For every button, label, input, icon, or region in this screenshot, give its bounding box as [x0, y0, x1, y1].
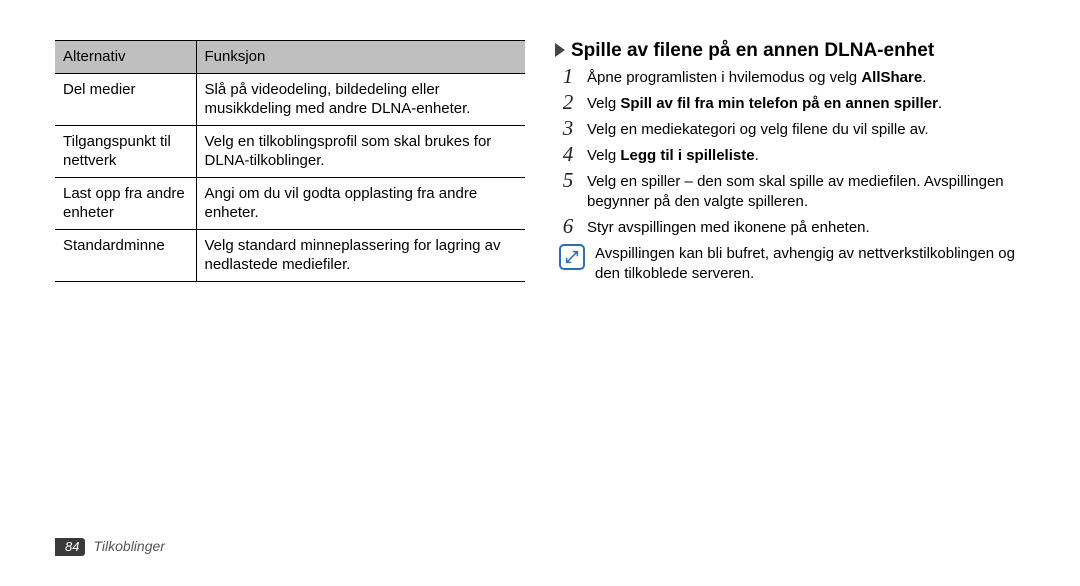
steps-list: 1 Åpne programlisten i hvilemodus og vel… [555, 66, 1025, 283]
table-row: Last opp fra andre enheter Angi om du vi… [55, 177, 525, 229]
step-number: 2 [559, 92, 577, 113]
step-text: Velg Legg til i spilleliste. [587, 144, 759, 166]
step-number: 3 [559, 118, 577, 139]
step-text: Velg en mediekategori og velg filene du … [587, 118, 929, 140]
right-column: Spille av filene på en annen DLNA-enhet … [555, 40, 1025, 538]
table-row: Tilgangspunkt til nettverk Velg en tilko… [55, 125, 525, 177]
section-title: Spille av filene på en annen DLNA-enhet [571, 40, 934, 62]
step-2: 2 Velg Spill av fil fra min telefon på e… [559, 92, 1025, 114]
table-cell: Tilgangspunkt til nettverk [55, 125, 196, 177]
table-cell: Slå på videodeling, bildedeling eller mu… [196, 73, 525, 125]
step-3: 3 Velg en mediekategori og velg filene d… [559, 118, 1025, 140]
step-text: Velg Spill av fil fra min telefon på en … [587, 92, 942, 114]
note: Avspillingen kan bli bufret, avhengig av… [559, 244, 1025, 284]
step-text: Styr avspillingen med ikonene på enheten… [587, 216, 870, 238]
step-4: 4 Velg Legg til i spilleliste. [559, 144, 1025, 166]
table-cell: Standardminne [55, 229, 196, 281]
step-number: 1 [559, 66, 577, 87]
chapter-name: Tilkoblinger [93, 538, 164, 554]
left-column: Alternativ Funksjon Del medier Slå på vi… [55, 40, 525, 538]
table-cell: Velg standard minneplassering for lagrin… [196, 229, 525, 281]
table-header-row: Alternativ Funksjon [55, 41, 525, 74]
step-1: 1 Åpne programlisten i hvilemodus og vel… [559, 66, 1025, 88]
step-text: Velg en spiller – den som skal spille av… [587, 170, 1025, 212]
table-row: Standardminne Velg standard minneplasser… [55, 229, 525, 281]
options-table: Alternativ Funksjon Del medier Slå på vi… [55, 40, 525, 282]
note-text: Avspillingen kan bli bufret, avhengig av… [595, 244, 1025, 284]
note-icon [559, 244, 585, 270]
chevron-right-icon [555, 43, 565, 57]
table-header-funksjon: Funksjon [196, 41, 525, 74]
page-number: 84 [55, 538, 85, 556]
step-number: 6 [559, 216, 577, 237]
table-cell: Last opp fra andre enheter [55, 177, 196, 229]
table-cell: Del medier [55, 73, 196, 125]
step-number: 5 [559, 170, 577, 191]
section-heading: Spille av filene på en annen DLNA-enhet [555, 40, 1025, 62]
table-row: Del medier Slå på videodeling, bildedeli… [55, 73, 525, 125]
page-footer: 84 Tilkoblinger [55, 538, 1025, 556]
page: Alternativ Funksjon Del medier Slå på vi… [0, 0, 1080, 586]
step-text: Åpne programlisten i hvilemodus og velg … [587, 66, 926, 88]
table-cell: Angi om du vil godta opplasting fra andr… [196, 177, 525, 229]
table-header-alternativ: Alternativ [55, 41, 196, 74]
step-number: 4 [559, 144, 577, 165]
table-cell: Velg en tilkoblingsprofil som skal bruke… [196, 125, 525, 177]
content-columns: Alternativ Funksjon Del medier Slå på vi… [55, 40, 1025, 538]
step-5: 5 Velg en spiller – den som skal spille … [559, 170, 1025, 212]
step-6: 6 Styr avspillingen med ikonene på enhet… [559, 216, 1025, 238]
